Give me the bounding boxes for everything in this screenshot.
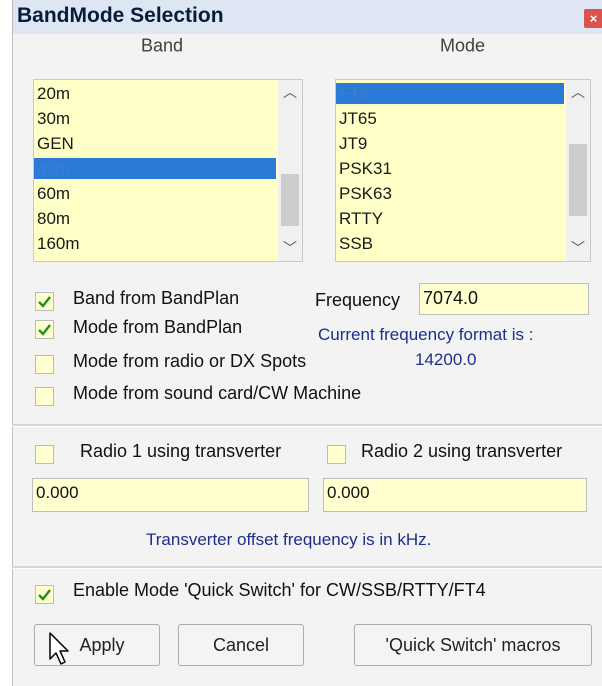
- band-from-bandplan-checkbox[interactable]: [35, 292, 54, 311]
- mode-list-item[interactable]: FT8: [336, 83, 564, 104]
- band-scrollbar[interactable]: ︿ ﹀: [278, 80, 302, 261]
- radio2-transverter-checkbox[interactable]: [327, 445, 346, 464]
- checkmark-icon: [38, 589, 51, 601]
- divider: [12, 424, 602, 427]
- mode-column-header: Mode: [440, 35, 486, 56]
- cancel-button[interactable]: Cancel: [178, 624, 304, 666]
- transverter-note: Transverter offset frequency is in kHz.: [146, 530, 432, 549]
- scroll-down-icon[interactable]: ﹀: [566, 238, 590, 258]
- mode-list-item[interactable]: JT9: [336, 133, 564, 154]
- mode-listbox[interactable]: SSB RTTY PSK63 PSK31 JT9 JT65 FT8 ︿ ﹀: [335, 79, 591, 262]
- band-listbox[interactable]: 160m 80m 60m 40m GEN 30m 20m ︿ ﹀: [33, 79, 303, 262]
- frequency-label: Frequency: [315, 290, 401, 310]
- radio2-transverter-label: Radio 2 using transverter: [361, 441, 563, 461]
- close-icon[interactable]: ×: [584, 9, 602, 28]
- frequency-format-note: Current frequency format is :: [318, 325, 534, 344]
- band-column-header: Band: [141, 35, 184, 56]
- band-list-item[interactable]: 40m: [34, 158, 276, 179]
- radio1-offset-input[interactable]: 0.000: [32, 478, 309, 512]
- band-scroll-thumb[interactable]: [281, 174, 299, 226]
- mode-from-sound-checkbox[interactable]: [35, 387, 54, 406]
- radio2-offset-input[interactable]: 0.000: [323, 478, 587, 512]
- checkmark-icon: [38, 324, 51, 336]
- mode-list-item[interactable]: SSB: [336, 233, 564, 254]
- radio1-transverter-checkbox[interactable]: [35, 445, 54, 464]
- mode-scroll-thumb[interactable]: [569, 144, 587, 216]
- band-list-item[interactable]: 30m: [34, 108, 276, 129]
- band-list-item[interactable]: 20m: [34, 83, 276, 104]
- quick-switch-macros-button[interactable]: 'Quick Switch' macros: [354, 624, 592, 666]
- scroll-up-icon[interactable]: ︿: [566, 82, 590, 102]
- title-bar: BandMode Selection ×: [13, 0, 602, 34]
- mode-from-radio-checkbox[interactable]: [35, 355, 54, 374]
- mode-from-bandplan-checkbox[interactable]: [35, 320, 54, 339]
- divider: [12, 566, 602, 569]
- band-list-item[interactable]: 80m: [34, 208, 276, 229]
- band-list-item[interactable]: 60m: [34, 183, 276, 204]
- mode-from-radio-label: Mode from radio or DX Spots: [73, 351, 307, 371]
- mode-scrollbar[interactable]: ︿ ﹀: [566, 80, 590, 261]
- mode-list-item[interactable]: PSK31: [336, 158, 564, 179]
- mouse-pointer-icon: [49, 632, 69, 665]
- band-from-bandplan-label: Band from BandPlan: [73, 288, 240, 308]
- dialog-title: BandMode Selection: [17, 4, 224, 27]
- quick-switch-checkbox[interactable]: [35, 585, 54, 604]
- mode-list-item[interactable]: RTTY: [336, 208, 564, 229]
- radio1-transverter-label: Radio 1 using transverter: [80, 441, 282, 461]
- band-list-item[interactable]: 160m: [34, 233, 276, 254]
- mode-list-item[interactable]: JT65: [336, 108, 564, 129]
- frequency-format-example: 14200.0: [415, 350, 477, 369]
- mode-list-item[interactable]: PSK63: [336, 183, 564, 204]
- mode-from-bandplan-label: Mode from BandPlan: [73, 317, 243, 337]
- band-list-item[interactable]: GEN: [34, 133, 276, 154]
- frequency-input[interactable]: 7074.0: [419, 283, 589, 315]
- checkmark-icon: [38, 296, 51, 308]
- scroll-down-icon[interactable]: ﹀: [278, 238, 302, 258]
- scroll-up-icon[interactable]: ︿: [278, 82, 302, 102]
- mode-from-sound-label: Mode from sound card/CW Machine: [73, 383, 362, 403]
- quick-switch-label: Enable Mode 'Quick Switch' for CW/SSB/RT…: [73, 580, 486, 600]
